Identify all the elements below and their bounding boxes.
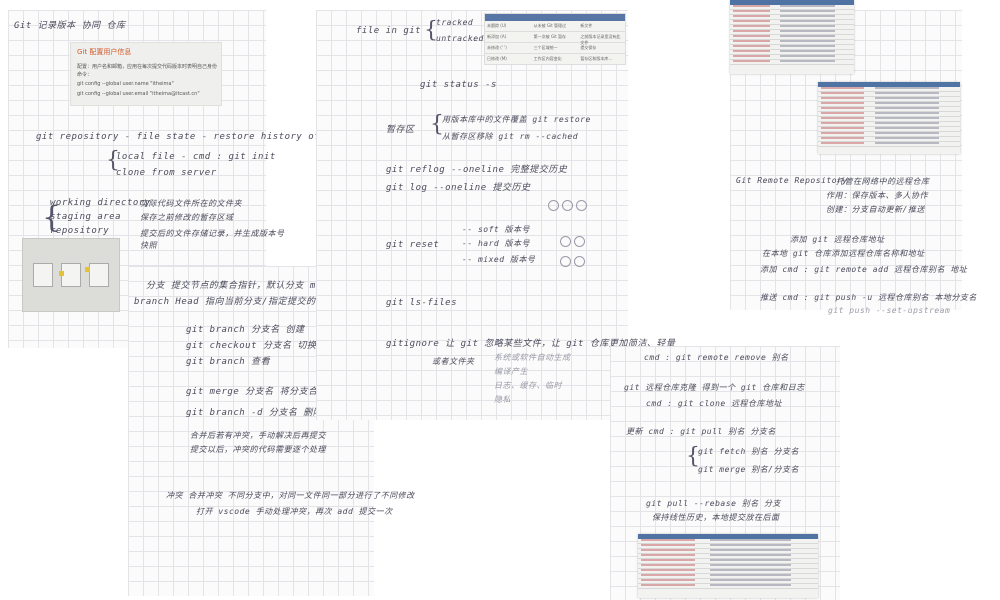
- workflow-diagram-photo: [22, 238, 120, 312]
- cmd-pull-rebase: git pull --rebase 别名 分支: [646, 499, 782, 508]
- table-photo: [638, 534, 818, 598]
- area-working: working directory: [50, 198, 151, 208]
- note-line: 编译产生: [494, 367, 528, 376]
- cmd-log: git log --oneline 提交历史: [386, 183, 531, 193]
- commit-node: [576, 200, 587, 211]
- card-line: 命令：: [77, 72, 93, 78]
- note-line: 隐私: [494, 395, 511, 404]
- note-line: 系统或软件自动生成: [494, 353, 571, 362]
- cmd-ls-files: git ls-files: [386, 298, 458, 308]
- git-config-card: Git 配置用户信息 配置：用户名和邮箱，应用在每次提交代码版本时表明自己身份 …: [70, 42, 222, 106]
- cmd-restore: 用版本库中的文件覆盖 git restore: [442, 115, 591, 124]
- commit-node: [560, 236, 571, 247]
- note-line: 创建：分支自动更新/推送: [826, 205, 925, 214]
- cmd-rm-cached: 从暂存区移除 git rm --cached: [442, 132, 579, 141]
- area-staging: staging area: [50, 212, 122, 222]
- note-line: 保持线性历史，本地提交放在后面: [652, 513, 780, 522]
- cmd-branch-create: git branch 分支名 创建: [186, 325, 305, 335]
- commit-node: [560, 256, 571, 267]
- reset-soft: -- soft 版本号: [462, 225, 531, 234]
- cmd-status: git status -s: [420, 80, 497, 90]
- cmd-fetch: git fetch 别名 分支名: [698, 447, 799, 456]
- cmd-branch-list: git branch 查看: [186, 357, 271, 367]
- cmd-remote-add: 添加 cmd : git remote add 远程仓库别名 地址: [760, 265, 968, 274]
- card-title: Git 配置用户信息: [77, 48, 132, 56]
- file-status-table-photo: 未跟踪 (U) 从未被 Git 管理过 新文件 新添加 (A) 第一次被 Git 暂存…: [484, 13, 626, 65]
- note-line: git push --set-upstream: [828, 306, 951, 315]
- note-line: 快照: [140, 241, 157, 250]
- note-line: clone from server: [116, 168, 217, 178]
- table-photo: [818, 82, 960, 154]
- note-line: 托管在网络中的远程仓库: [836, 177, 930, 186]
- note-header: Git 记录版本 协同 仓库: [14, 21, 126, 31]
- note-line: untracked: [436, 34, 484, 43]
- cmd-clone: cmd : git clone 远程仓库地址: [646, 399, 783, 408]
- note-line: 提交以后，冲突的代码需要逐个处理: [190, 445, 326, 454]
- cmd-pull: 更新 cmd : git pull 别名 分支名: [626, 427, 776, 436]
- reset-mixed: -- mixed 版本号: [462, 255, 536, 264]
- note-line: 暂存区: [386, 125, 415, 135]
- commit-node: [574, 236, 585, 247]
- table-photo: [730, 0, 854, 74]
- note-line: git 远程仓库克隆 得到一个 git 仓库和日志: [624, 383, 805, 392]
- note-line: 保存之前修改的暂存区域: [140, 213, 234, 222]
- commit-node: [548, 200, 559, 211]
- note-line: tracked: [436, 18, 474, 27]
- area-repo: repository: [50, 226, 110, 236]
- note-line: 冲突 合并冲突 不同分支中，对同一文件同一部分进行了不同修改: [166, 491, 415, 500]
- cmd-reset: git reset: [386, 240, 440, 250]
- cmd-remote-remove: cmd : git remote remove 别名: [644, 353, 789, 362]
- card-line: git config --global user.email "itheima@…: [77, 91, 200, 97]
- note-line: file in git: [356, 26, 422, 36]
- cmd-merge-remote: git merge 别名/分支名: [698, 465, 799, 474]
- commit-node: [562, 200, 573, 211]
- cmd-push: 推送 cmd : git push -u 远程仓库别名 本地分支名: [760, 293, 977, 302]
- note-line: Git Remote Repository: [736, 176, 848, 185]
- commit-node: [574, 256, 585, 267]
- card-line: 配置：用户名和邮箱，应用在每次提交代码版本时表明自己身份: [77, 64, 218, 70]
- cmd-reflog: git reflog --oneline 完整提交历史: [386, 165, 568, 175]
- note-line: 打开 vscode 手动处理冲突，再次 add 提交一次: [196, 507, 393, 516]
- cmd-checkout: git checkout 分支名 切换: [186, 341, 317, 351]
- note-line: 提交后的文件存储记录，并生成版本号: [140, 229, 285, 238]
- note-line: 实际代码文件所在的文件夹: [140, 199, 242, 208]
- note-line: 合并后若有冲突，手动解决后再提交: [190, 431, 326, 440]
- note-line: 作用：保存版本、多人协作: [826, 191, 928, 200]
- note-line: 在本地 git 仓库添加远程仓库名称和地址: [762, 249, 925, 258]
- note-line: branch Head 指向当前分支/指定提交的指针: [134, 297, 335, 307]
- reset-hard: -- hard 版本号: [462, 239, 531, 248]
- note-line: 或者文件夹: [432, 357, 475, 366]
- note-line: local file - cmd : git init: [116, 152, 276, 162]
- card-line: git config --global user.name "itheima": [77, 81, 174, 87]
- note-line: 添加 git 远程仓库地址: [790, 235, 885, 244]
- note-line: 日志、缓存、临时: [494, 381, 562, 390]
